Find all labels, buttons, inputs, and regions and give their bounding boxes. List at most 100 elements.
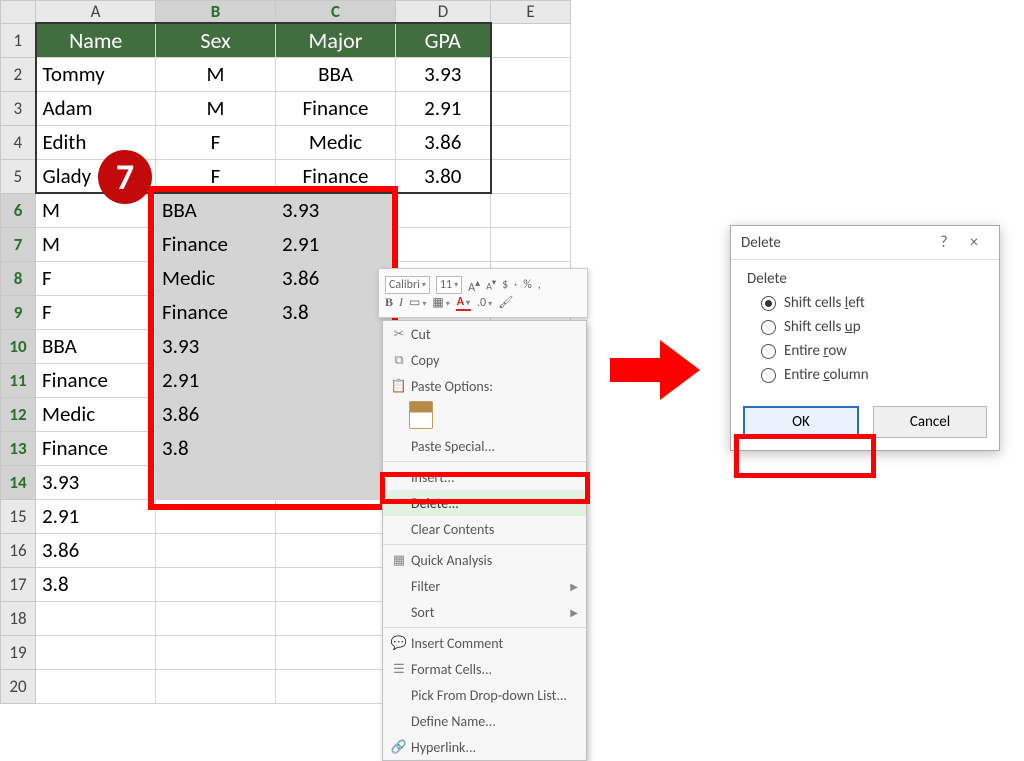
cell-E7[interactable] (491, 227, 571, 261)
cell-C5[interactable]: Finance (276, 159, 396, 193)
cell-C2[interactable]: BBA (276, 57, 396, 91)
cell-B1[interactable]: Sex (156, 23, 276, 57)
cell-B11[interactable]: 2.91 (156, 363, 276, 397)
row-header-9[interactable]: 9 (1, 295, 36, 329)
option-shift-cells-up[interactable]: Shift cells up (761, 318, 983, 336)
font-family-select[interactable]: Calibri (385, 276, 430, 294)
cell-A8[interactable]: F (36, 261, 156, 295)
cell-B18[interactable] (156, 601, 276, 635)
cell-C11[interactable] (276, 363, 396, 397)
cell-E2[interactable] (491, 57, 571, 91)
row-header-7[interactable]: 7 (1, 227, 36, 261)
cell-A3[interactable]: Adam (36, 91, 156, 125)
cell-A15[interactable]: 2.91 (36, 499, 156, 533)
cell-C10[interactable] (276, 329, 396, 363)
row-header-19[interactable]: 19 (1, 635, 36, 669)
italic-button[interactable]: I (399, 295, 403, 310)
cell-D5[interactable]: 3.80 (396, 159, 491, 193)
row-header-18[interactable]: 18 (1, 601, 36, 635)
border-button[interactable]: ▦ (432, 295, 449, 310)
dialog-titlebar[interactable]: Delete ? × (731, 226, 999, 260)
cancel-button[interactable]: Cancel (873, 406, 987, 438)
cell-context-menu[interactable]: ✂Cut ⧉Copy 📋Paste Options: Paste Special… (382, 320, 587, 761)
row-header-3[interactable]: 3 (1, 91, 36, 125)
context-pick-from-list[interactable]: Pick From Drop-down List... (383, 682, 586, 708)
cell-C18[interactable] (276, 601, 396, 635)
row-header-11[interactable]: 11 (1, 363, 36, 397)
col-header-C[interactable]: C (276, 1, 396, 24)
cell-A7[interactable]: M (36, 227, 156, 261)
row-header-6[interactable]: 6 (1, 193, 36, 227)
cell-A13[interactable]: Finance (36, 431, 156, 465)
row-6[interactable]: 6 M BBA 3.93 (1, 193, 571, 227)
percent-format-icon[interactable]: % (523, 278, 532, 292)
row-header-14[interactable]: 14 (1, 465, 36, 499)
col-header-B[interactable]: B (156, 1, 276, 24)
cell-C4[interactable]: Medic (276, 125, 396, 159)
cell-B6[interactable]: BBA (156, 193, 276, 227)
context-clear-contents[interactable]: Clear Contents (383, 516, 586, 542)
cell-C15[interactable] (276, 499, 396, 533)
row-header-20[interactable]: 20 (1, 669, 36, 703)
cell-C3[interactable]: Finance (276, 91, 396, 125)
delete-dialog[interactable]: Delete ? × Delete Shift cells left Shift… (730, 225, 1000, 451)
cell-A20[interactable] (36, 669, 156, 703)
decimal-button[interactable]: .0 (477, 296, 492, 310)
row-4[interactable]: 4 Edith F Medic 3.86 (1, 125, 571, 159)
cell-B17[interactable] (156, 567, 276, 601)
row-header-1[interactable]: 1 (1, 23, 36, 57)
cell-A11[interactable]: Finance (36, 363, 156, 397)
cell-D7[interactable] (396, 227, 491, 261)
row-header-12[interactable]: 12 (1, 397, 36, 431)
font-size-select[interactable]: 11 (436, 276, 462, 294)
col-header-D[interactable]: D (396, 1, 491, 24)
cell-B19[interactable] (156, 635, 276, 669)
select-all-corner[interactable] (1, 1, 36, 24)
radio-off-icon[interactable] (761, 344, 776, 359)
row-header-17[interactable]: 17 (1, 567, 36, 601)
row-header-8[interactable]: 8 (1, 261, 36, 295)
cell-B15[interactable] (156, 499, 276, 533)
cell-E4[interactable] (491, 125, 571, 159)
cell-C12[interactable] (276, 397, 396, 431)
context-insert[interactable]: Insert... (383, 464, 586, 490)
context-quick-analysis[interactable]: ▦Quick Analysis (383, 547, 586, 573)
option-shift-cells-left[interactable]: Shift cells left (761, 294, 983, 312)
row-7[interactable]: 7 M Finance 2.91 (1, 227, 571, 261)
decrease-font-icon[interactable]: A▾ (486, 277, 496, 292)
cell-C20[interactable] (276, 669, 396, 703)
row-header-4[interactable]: 4 (1, 125, 36, 159)
cell-A17[interactable]: 3.8 (36, 567, 156, 601)
col-header-A[interactable]: A (36, 1, 156, 24)
cell-C17[interactable] (276, 567, 396, 601)
row-header-13[interactable]: 13 (1, 431, 36, 465)
context-cut[interactable]: ✂Cut (383, 321, 586, 347)
cell-C7[interactable]: 2.91 (276, 227, 396, 261)
cell-A18[interactable] (36, 601, 156, 635)
row-header-16[interactable]: 16 (1, 533, 36, 567)
row-header-10[interactable]: 10 (1, 329, 36, 363)
cell-D6[interactable] (396, 193, 491, 227)
cell-D1[interactable]: GPA (396, 23, 491, 57)
context-paste-special[interactable]: Paste Special... (383, 433, 586, 459)
cell-A19[interactable] (36, 635, 156, 669)
cell-B16[interactable] (156, 533, 276, 567)
dialog-close-button[interactable]: × (959, 233, 989, 252)
currency-format-icon[interactable]: $ (502, 278, 508, 292)
context-define-name[interactable]: Define Name... (383, 708, 586, 734)
context-delete[interactable]: Delete... (383, 490, 586, 516)
font-color-button[interactable]: A (456, 295, 471, 311)
cell-E1[interactable] (491, 23, 571, 57)
format-painter-icon[interactable]: 🖌 (498, 295, 513, 310)
comma-format-icon[interactable]: , (538, 278, 541, 292)
cell-A2[interactable]: Tommy (36, 57, 156, 91)
cell-D2[interactable]: 3.93 (396, 57, 491, 91)
cell-B12[interactable]: 3.86 (156, 397, 276, 431)
context-hyperlink[interactable]: 🔗Hyperlink... (383, 734, 586, 760)
row-3[interactable]: 3 Adam M Finance 2.91 (1, 91, 571, 125)
option-entire-column[interactable]: Entire column (761, 366, 983, 384)
cell-B20[interactable] (156, 669, 276, 703)
cell-C16[interactable] (276, 533, 396, 567)
row-header-5[interactable]: 5 (1, 159, 36, 193)
row-header-15[interactable]: 15 (1, 499, 36, 533)
